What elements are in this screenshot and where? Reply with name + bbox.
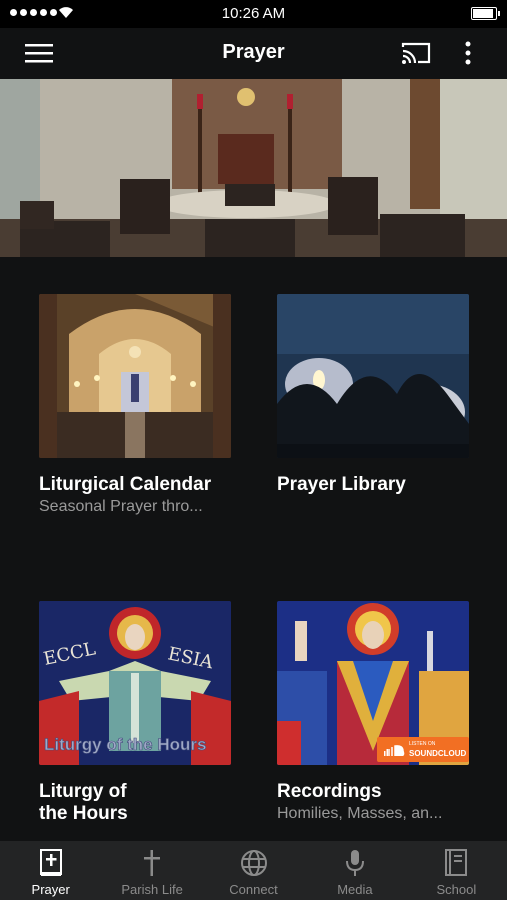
tab-label: Media <box>337 882 373 897</box>
church-interior-image <box>39 294 231 458</box>
card-liturgical-calendar[interactable]: Liturgical Calendar Seasonal Prayer thro… <box>39 294 231 516</box>
hero-chapel-image <box>0 79 507 257</box>
card-title: Liturgical Calendar <box>39 474 212 495</box>
tab-label: Prayer <box>31 882 70 897</box>
candles-image <box>277 294 469 458</box>
tab-parish-life[interactable]: Parish Life <box>101 841 202 900</box>
card-subtitle: Seasonal Prayer thro... <box>39 498 203 515</box>
soundcloud-badge-top: LISTEN ON <box>409 741 436 747</box>
tab-connect[interactable]: Connect <box>203 841 304 900</box>
card-title: Prayer Library <box>277 474 406 495</box>
status-bar: 10:26 AM <box>0 0 507 28</box>
app-header: Prayer <box>0 28 507 79</box>
stained-glass-christ-image: LISTEN ON SOUNDCLOUD <box>277 601 469 765</box>
cast-button[interactable] <box>400 38 432 68</box>
more-options-button[interactable] <box>458 38 478 68</box>
soundcloud-badge[interactable]: LISTEN ON SOUNDCLOUD <box>377 737 469 762</box>
card-liturgy-of-the-hours[interactable]: ECCL ESIA Liturgy of the Hours Liturgy o… <box>39 601 231 827</box>
microphone-icon <box>345 850 364 876</box>
card-prayer-library[interactable]: Prayer Library <box>277 294 469 498</box>
tab-label: Parish Life <box>121 882 183 897</box>
card-title: Liturgy of the Hours <box>39 781 128 824</box>
cast-icon <box>401 42 431 64</box>
bottom-tab-bar: Prayer Parish Life Connect Media School <box>0 841 507 900</box>
card-subtitle: Homilies, Masses, an... <box>277 805 443 822</box>
tab-prayer[interactable]: Prayer <box>0 841 101 900</box>
soundcloud-icon <box>384 745 405 756</box>
status-time: 10:26 AM <box>221 5 286 22</box>
tab-school[interactable]: School <box>406 841 507 900</box>
globe-icon <box>240 850 267 876</box>
battery-icon <box>471 7 500 20</box>
tab-label: Connect <box>229 882 278 897</box>
tab-label: School <box>436 882 477 897</box>
stained-glass-ecclesia-image: ECCL ESIA Liturgy of the Hours <box>39 601 231 765</box>
school-book-icon <box>445 849 468 876</box>
tab-media[interactable]: Media <box>304 841 405 900</box>
more-vertical-icon <box>465 41 471 65</box>
soundcloud-badge-bottom: SOUNDCLOUD <box>409 749 467 758</box>
card-title: Recordings <box>277 781 382 802</box>
liturgy-image-caption: Liturgy of the Hours <box>44 735 207 755</box>
cross-icon <box>144 850 161 876</box>
prayer-book-icon <box>39 849 62 876</box>
card-recordings[interactable]: LISTEN ON SOUNDCLOUD Recordings Homilies… <box>277 601 469 823</box>
chapel-illustration <box>0 79 507 257</box>
